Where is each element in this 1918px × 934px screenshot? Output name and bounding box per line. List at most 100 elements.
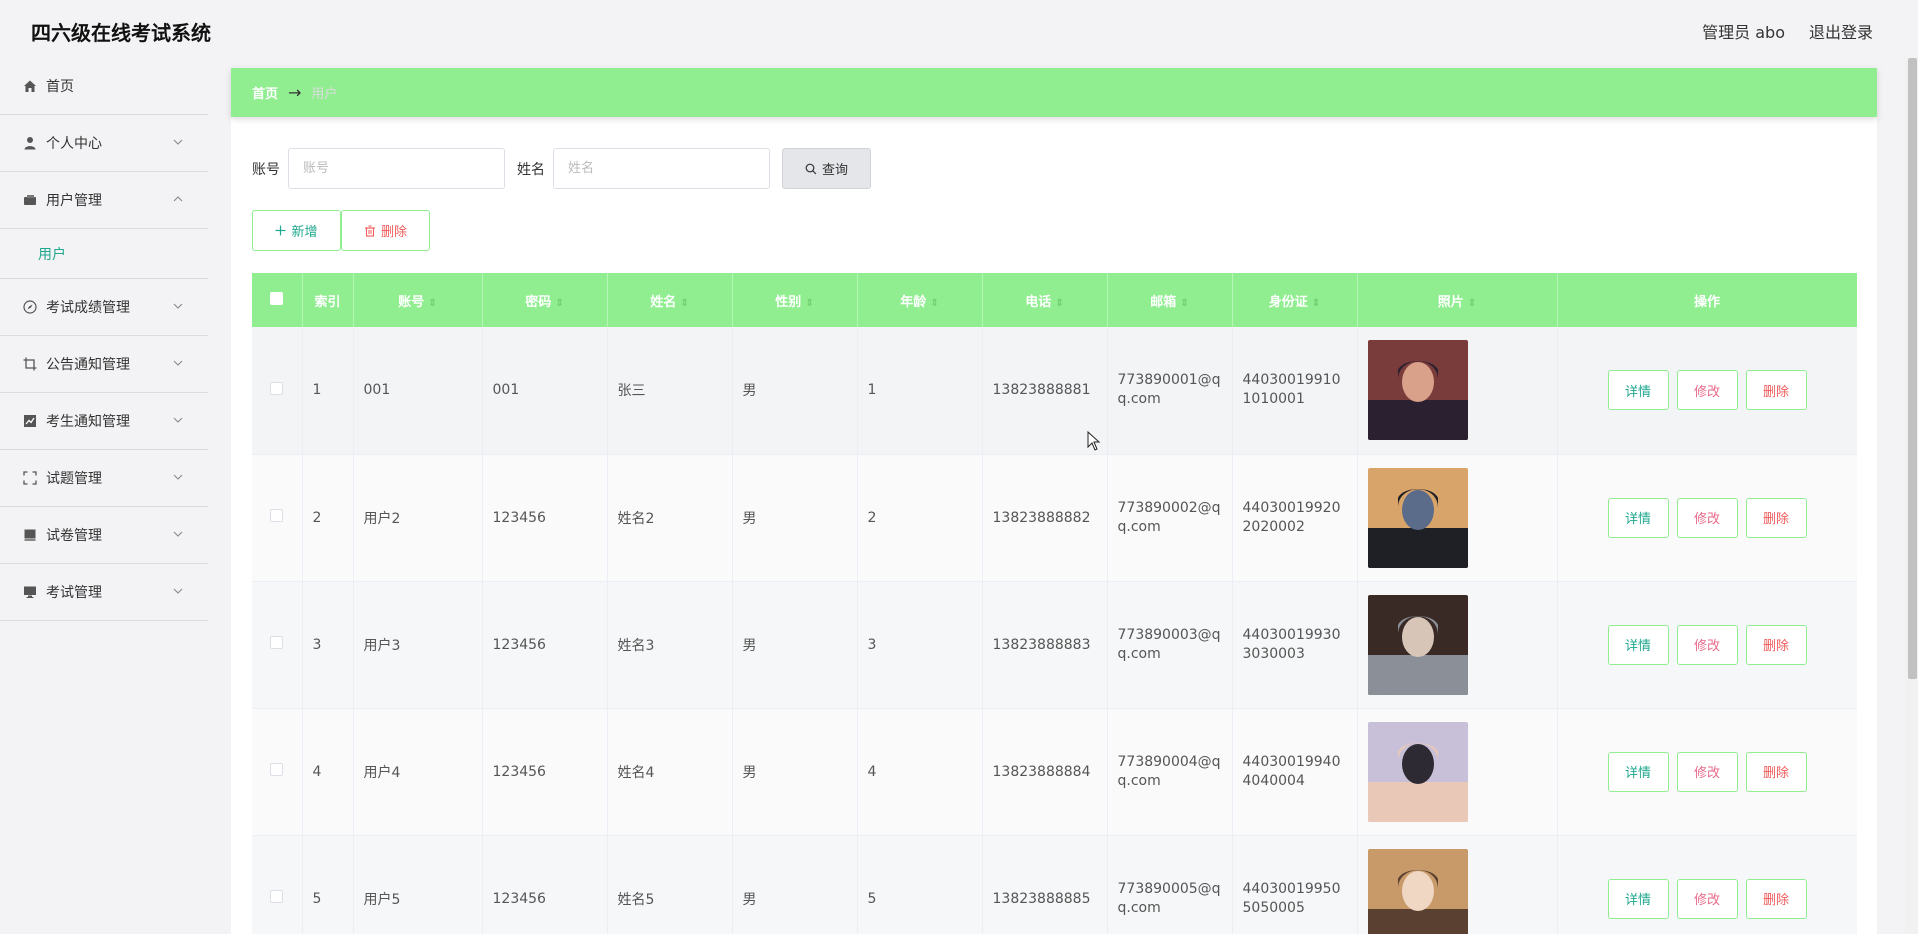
breadcrumb-home[interactable]: 首页 [252, 83, 278, 102]
column-header[interactable]: 电话 ⇕ [982, 273, 1108, 327]
sidebar-item-6[interactable]: 试题管理 [0, 450, 208, 507]
query-button[interactable]: 查询 [782, 148, 871, 189]
sidebar-item-label: 用户管理 [46, 193, 102, 209]
sidebar-item-label: 首页 [46, 79, 74, 95]
sort-icon[interactable]: ⇕ [1468, 298, 1476, 309]
sort-icon[interactable]: ⇕ [1055, 298, 1063, 309]
column-header-label: 性别 [775, 294, 802, 310]
column-header-label: 密码 [525, 294, 552, 310]
cell-name: 姓名4 [607, 708, 733, 836]
add-button[interactable]: 新增 [252, 210, 341, 251]
edit-button[interactable]: 修改 [1676, 497, 1738, 538]
table-header-row: 索引 账号 ⇕ 密码 ⇕ 姓名 ⇕ 性别 ⇕ 年龄 ⇕ 电话 ⇕ 邮箱 ⇕ 身份证 ⇕ 照片 ⇕ 操作 [252, 273, 1857, 327]
detail-button[interactable]: 详情 [1607, 624, 1669, 665]
delete-row-button[interactable]: 删除 [1745, 624, 1807, 665]
delete-row-button[interactable]: 删除 [1745, 497, 1807, 538]
batch-delete-button[interactable]: 删除 [341, 210, 430, 251]
chevron-down-icon [172, 585, 186, 599]
row-select-cell [252, 835, 303, 934]
scrollbar-thumb[interactable] [1908, 58, 1917, 679]
column-header[interactable]: 密码 ⇕ [482, 273, 608, 327]
cell-gender: 男 [732, 581, 858, 709]
row-checkbox[interactable] [270, 381, 284, 395]
page-scrollbar[interactable] [1905, 58, 1918, 934]
cell-account: 用户3 [353, 581, 483, 709]
column-header[interactable]: 身份证 ⇕ [1232, 273, 1358, 327]
crop-icon [22, 356, 38, 372]
cell-id-card: 440300199202020002 [1232, 454, 1358, 582]
sort-icon[interactable]: ⇕ [1312, 298, 1320, 309]
cell-age: 3 [857, 581, 983, 709]
column-header[interactable]: 账号 ⇕ [353, 273, 483, 327]
delete-row-button[interactable]: 删除 [1745, 751, 1807, 792]
row-checkbox[interactable] [270, 509, 284, 522]
row-checkbox[interactable] [270, 763, 284, 776]
cell-operations: 详情 修改 删除 [1557, 454, 1857, 582]
sidebar-item-label: 考生通知管理 [46, 414, 130, 430]
column-header: 索引 [302, 273, 354, 327]
user-photo[interactable] [1367, 721, 1468, 822]
user-photo[interactable] [1367, 467, 1468, 568]
column-header[interactable]: 年龄 ⇕ [857, 273, 983, 327]
wallet-icon [22, 192, 38, 208]
cell-account: 用户5 [353, 835, 483, 934]
column-header[interactable]: 性别 ⇕ [732, 273, 858, 327]
sidebar-item-1[interactable]: 个人中心 [0, 115, 208, 172]
sort-icon[interactable]: ⇕ [805, 298, 813, 309]
sidebar-subitem-users[interactable]: 用户 [0, 229, 208, 279]
account-search-input[interactable] [288, 148, 505, 189]
column-header-label: 电话 [1025, 294, 1052, 310]
column-header[interactable]: 邮箱 ⇕ [1107, 273, 1233, 327]
cell-gender: 男 [732, 454, 858, 582]
row-checkbox[interactable] [270, 890, 284, 903]
sort-icon[interactable]: ⇕ [1180, 298, 1188, 309]
user-photo[interactable] [1367, 848, 1468, 934]
edit-button[interactable]: 修改 [1676, 370, 1738, 411]
current-user-label[interactable]: 管理员 abo [1702, 19, 1785, 43]
sidebar-item-8[interactable]: 考试管理 [0, 564, 208, 621]
delete-row-button[interactable]: 删除 [1745, 370, 1807, 411]
breadcrumb-current: 用户 [311, 87, 338, 102]
cell-photo [1357, 327, 1558, 455]
sidebar-item-3[interactable]: 考试成绩管理 [0, 279, 208, 336]
column-header[interactable]: 照片 ⇕ [1357, 273, 1558, 327]
detail-button[interactable]: 详情 [1607, 497, 1669, 538]
sidebar-item-label: 公告通知管理 [46, 357, 130, 373]
row-select-cell [252, 581, 303, 709]
name-search-input[interactable] [553, 148, 770, 189]
select-all-checkbox[interactable] [270, 291, 284, 305]
logout-link[interactable]: 退出登录 [1809, 19, 1873, 43]
cell-id-card: 440300199101010001 [1232, 327, 1358, 455]
user-photo[interactable] [1367, 340, 1468, 441]
edit-button[interactable]: 修改 [1676, 624, 1738, 665]
sidebar-item-5[interactable]: 考生通知管理 [0, 393, 208, 450]
row-checkbox[interactable] [270, 636, 284, 649]
sort-icon[interactable]: ⇕ [930, 298, 938, 309]
cell-photo [1357, 581, 1558, 709]
sidebar-item-2[interactable]: 用户管理 [0, 172, 208, 229]
cell-name: 姓名3 [607, 581, 733, 709]
detail-button[interactable]: 详情 [1607, 370, 1669, 411]
home-icon [22, 78, 38, 94]
chevron-down-icon [172, 414, 186, 428]
sort-icon[interactable]: ⇕ [680, 298, 688, 309]
cell-age: 5 [857, 835, 983, 934]
sort-icon[interactable]: ⇕ [428, 298, 436, 309]
user-photo[interactable] [1367, 594, 1468, 695]
chart-icon [22, 413, 38, 429]
query-button-label: 查询 [821, 163, 848, 178]
edit-button[interactable]: 修改 [1676, 878, 1738, 919]
cell-gender: 男 [732, 708, 858, 836]
sidebar-item-7[interactable]: 试卷管理 [0, 507, 208, 564]
sidebar-item-home[interactable]: 首页 [0, 58, 208, 115]
cell-gender: 男 [732, 327, 858, 455]
cell-age: 1 [857, 327, 983, 455]
detail-button[interactable]: 详情 [1607, 751, 1669, 792]
column-header[interactable]: 姓名 ⇕ [607, 273, 733, 327]
cell-index: 2 [302, 454, 354, 582]
detail-button[interactable]: 详情 [1607, 878, 1669, 919]
delete-row-button[interactable]: 删除 [1745, 878, 1807, 919]
sidebar-item-4[interactable]: 公告通知管理 [0, 336, 208, 393]
sort-icon[interactable]: ⇕ [555, 298, 563, 309]
edit-button[interactable]: 修改 [1676, 751, 1738, 792]
